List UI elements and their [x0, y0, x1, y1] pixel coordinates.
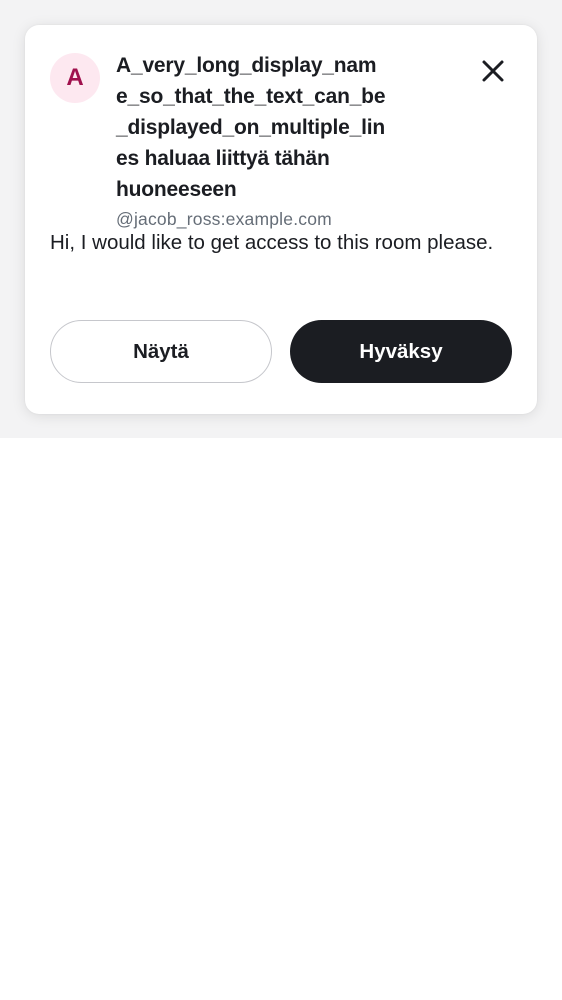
request-message: Hi, I would like to get access to this r… — [50, 231, 494, 254]
close-icon — [482, 60, 504, 82]
view-button-label: Näytä — [133, 339, 189, 363]
view-button[interactable]: Näytä — [50, 320, 272, 383]
join-request-card: A A_very_long_display_name_so_that_the_t… — [25, 25, 537, 414]
close-button[interactable] — [475, 53, 511, 89]
accept-button-label: Hyväksy — [359, 339, 443, 363]
request-header: A_very_long_display_name_so_that_the_tex… — [116, 50, 386, 230]
request-title: A_very_long_display_name_so_that_the_tex… — [116, 50, 386, 205]
accept-button[interactable]: Hyväksy — [290, 320, 512, 383]
avatar-initial: A — [66, 64, 84, 91]
request-action-text: haluaa liittyä tähän huoneeseen — [116, 147, 330, 201]
avatar: A — [50, 53, 100, 103]
